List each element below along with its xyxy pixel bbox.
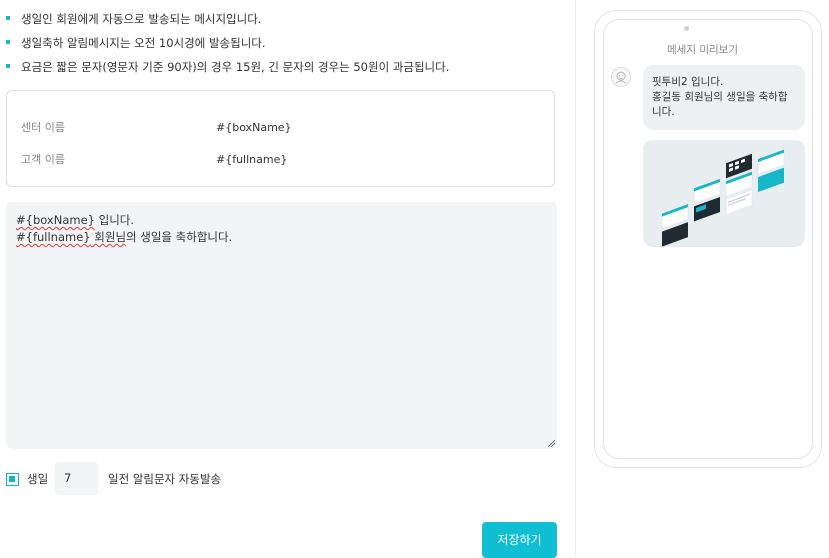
checkbox-checked-icon[interactable] [6, 473, 19, 486]
bullet-square-icon [6, 16, 10, 20]
resize-handle-icon[interactable] [547, 439, 555, 447]
birthday-checkbox-label: 생일 [27, 472, 49, 486]
variable-table: 센터 이름 #{boxName} 고객 이름 #{fullname} [6, 90, 555, 187]
preview-panel: 메세지 미리보기 핏투비2 입니다. 홍길동 회원님의 생일을 축하합니다. [576, 0, 829, 557]
preview-line: 핏투비2 입니다. [652, 76, 724, 88]
notice-item: 요금은 짧은 문자(영문자 기준 90자)의 경우 15원, 긴 문자의 경우는… [6, 59, 449, 83]
preview-line: 홍길동 회원님의 생일을 축하합니다. [652, 91, 788, 118]
camera-dot [684, 26, 689, 31]
preview-title: 메세지 미리보기 [667, 44, 738, 56]
message-bubble: 핏투비2 입니다. 홍길동 회원님의 생일을 축하합니다. [643, 65, 805, 130]
variable-value: #{boxName} [216, 121, 292, 134]
message-textarea[interactable]: #{boxName} 입니다. #{fullname} 회원님의 생일을 축하합… [6, 202, 557, 449]
notice-item: 생일축하 알림메시지는 오전 10시경에 발송됩니다. [6, 35, 449, 59]
message-line: #{boxName} 입니다. [16, 213, 135, 227]
days-suffix-label: 일전 알림문자 자동발송 [108, 472, 222, 486]
days-before-input[interactable]: 7 [55, 462, 98, 495]
bullet-square-icon [6, 64, 10, 68]
avatar-icon [611, 67, 631, 87]
notice-item: 생일인 회원에게 자동으로 발송되는 메시지입니다. [6, 11, 449, 35]
variable-label: 센터 이름 [21, 121, 65, 134]
settings-panel: 생일인 회원에게 자동으로 발송되는 메시지입니다. 생일축하 알림메시지는 오… [0, 0, 575, 558]
variable-label: 고객 이름 [21, 153, 65, 166]
image-bubble [643, 140, 805, 247]
isometric-screens-image [643, 140, 805, 247]
bullet-square-icon [6, 40, 10, 44]
variable-value: #{fullname} [216, 153, 288, 166]
notice-list: 생일인 회원에게 자동으로 발송되는 메시지입니다. 생일축하 알림메시지는 오… [6, 11, 449, 83]
message-line: #{fullname} 회원님의 생일을 축하합니다. [16, 230, 233, 244]
save-button[interactable]: 저장하기 [482, 522, 557, 558]
